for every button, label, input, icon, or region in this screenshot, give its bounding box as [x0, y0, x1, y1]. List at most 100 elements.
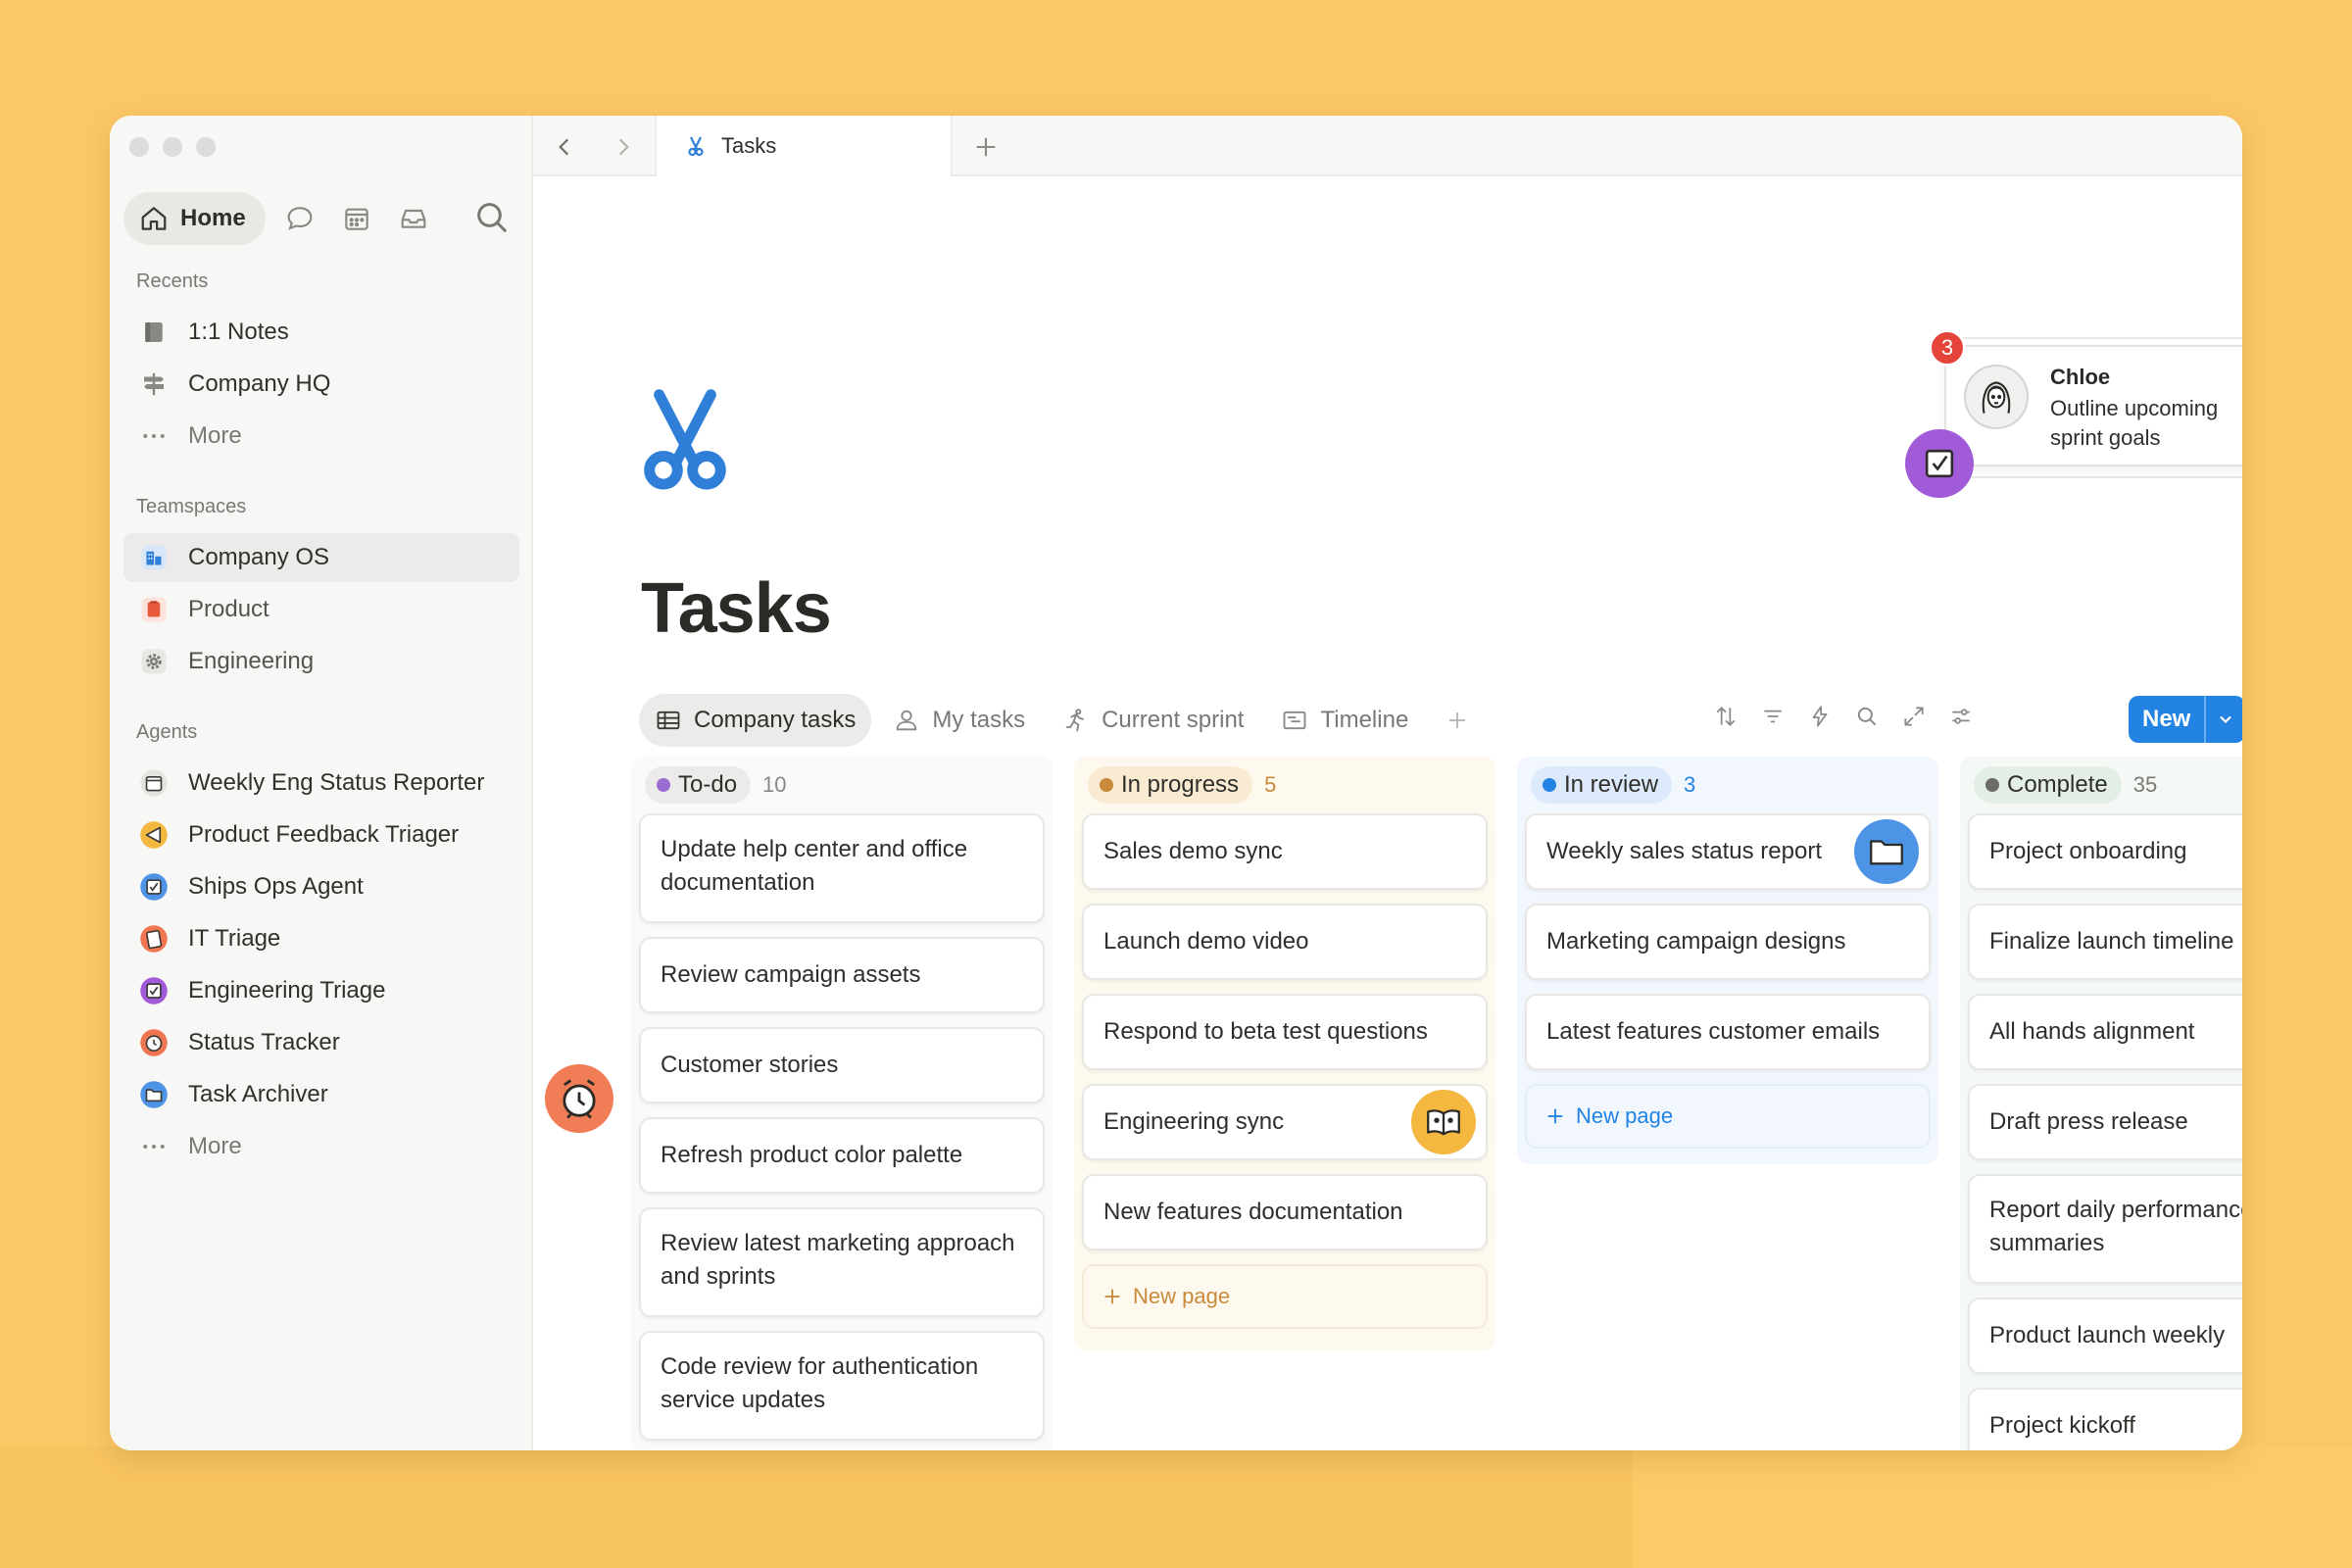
board-column-in-review: In review 3 Weekly sales status report M… — [1517, 757, 1938, 1164]
sidebar-item-label: Product — [188, 596, 270, 622]
sidebar-item-product-feedback-triager[interactable]: Product Feedback Triager — [123, 810, 519, 859]
task-card[interactable]: Refresh product color palette — [639, 1117, 1045, 1194]
sort-button[interactable] — [1709, 700, 1742, 733]
alarm-clock-agent-avatar[interactable] — [545, 1064, 613, 1133]
task-card[interactable]: Respond to beta test questions — [1082, 994, 1488, 1070]
task-card[interactable]: All hands alignment — [1968, 994, 2242, 1070]
status-badge[interactable]: To-do — [645, 766, 752, 804]
runner-icon — [1065, 709, 1085, 732]
tab-timeline[interactable]: Timeline — [1265, 694, 1424, 747]
card-title: Marketing campaign designs — [1546, 928, 1846, 955]
task-card[interactable]: Launch demo video — [1082, 904, 1488, 980]
filter-button[interactable] — [1756, 700, 1789, 733]
status-badge[interactable]: In review — [1531, 766, 1673, 804]
task-card[interactable]: Weekly sales status report — [1525, 813, 1931, 890]
search-button[interactable] — [472, 198, 512, 237]
sidebar-item-weekly-eng-status-reporter[interactable]: Weekly Eng Status Reporter — [123, 759, 519, 808]
task-card[interactable]: Draft press release — [1968, 1084, 2242, 1160]
new-dropdown-button[interactable] — [2204, 696, 2242, 743]
task-card[interactable]: Code review for authentication service u… — [639, 1331, 1045, 1441]
status-dot — [1543, 778, 1556, 792]
new-page-button[interactable]: New page — [1082, 1264, 1488, 1329]
board-column-complete: Complete 35 Project onboarding Finalize … — [1960, 757, 2242, 1450]
notification-card[interactable]: Chloe Outline upcoming sprint goals 3 — [1905, 329, 2242, 498]
search-view-button[interactable] — [1850, 700, 1884, 733]
task-card[interactable]: Sales demo sync — [1082, 813, 1488, 890]
forward-button[interactable] — [604, 127, 643, 167]
tab-tasks[interactable]: Tasks — [655, 116, 953, 176]
task-card[interactable]: Product launch weekly — [1968, 1298, 2242, 1374]
sidebar-item-task-archiver[interactable]: Task Archiver — [123, 1070, 519, 1119]
task-card[interactable]: Report daily performance summaries — [1968, 1174, 2242, 1284]
status-badge[interactable]: In progress — [1088, 766, 1253, 804]
view-tabs: Company tasks My tasks Current sprint Ti… — [639, 694, 1477, 747]
sidebar-item-status-tracker[interactable]: Status Tracker — [123, 1018, 519, 1067]
sidebar-item-company-os[interactable]: Company OS — [123, 533, 519, 582]
notification-count-badge: 3 — [1929, 329, 1966, 367]
card-title: Latest features customer emails — [1546, 1018, 1881, 1045]
sidebar-item-label: More — [188, 1133, 242, 1159]
notes-icon — [139, 318, 169, 347]
new-button[interactable]: New — [2129, 696, 2204, 743]
column-count: 3 — [1684, 772, 1696, 797]
megaphone-agent-icon — [139, 820, 169, 850]
inbox-button[interactable] — [391, 196, 436, 241]
home-label: Home — [180, 205, 246, 231]
sort-icon — [1716, 707, 1736, 726]
task-card[interactable]: Update help center and office documentat… — [639, 813, 1045, 923]
timeline-icon — [1284, 710, 1306, 730]
sidebar-item-company-hq[interactable]: Company HQ — [123, 360, 519, 409]
background-lower-right — [1633, 1446, 2352, 1568]
new-tab-button[interactable] — [966, 127, 1005, 167]
scissors-icon — [644, 389, 726, 490]
expand-button[interactable] — [1897, 700, 1931, 733]
sidebar-item-notes[interactable]: 1:1 Notes — [123, 308, 519, 357]
sidebar-item-it-triage[interactable]: IT Triage — [123, 914, 519, 963]
task-card[interactable]: Latest features customer emails — [1525, 994, 1931, 1070]
book-agent-icon — [1411, 1090, 1476, 1154]
task-card[interactable]: Project kickoff — [1968, 1388, 2242, 1450]
card-title: Weekly sales status report — [1546, 838, 1823, 864]
calendar-button[interactable] — [334, 196, 379, 241]
settings-button[interactable] — [1944, 700, 1978, 733]
task-card[interactable]: Customer stories — [639, 1027, 1045, 1103]
task-card[interactable]: Project onboarding — [1968, 813, 2242, 890]
minimize-window-button[interactable] — [163, 137, 182, 157]
sidebar-item-agents-more[interactable]: More — [123, 1122, 519, 1171]
view-label: Timeline — [1320, 707, 1409, 733]
tab-company-tasks[interactable]: Company tasks — [639, 694, 872, 747]
plus-icon — [1449, 712, 1466, 728]
avatar — [1964, 365, 2029, 429]
back-button[interactable] — [545, 127, 584, 167]
task-card[interactable]: Review campaign assets — [639, 937, 1045, 1013]
sidebar-item-label: Weekly Eng Status Reporter — [188, 769, 485, 796]
task-card[interactable]: Review latest marketing approach and spr… — [639, 1207, 1045, 1317]
home-button[interactable]: Home — [123, 192, 266, 245]
close-window-button[interactable] — [129, 137, 149, 157]
task-card[interactable]: Finalize launch timeline — [1968, 904, 2242, 980]
sidebar-item-ships-ops-agent[interactable]: Ships Ops Agent — [123, 862, 519, 911]
tab-current-sprint[interactable]: Current sprint — [1047, 694, 1259, 747]
automation-button[interactable] — [1803, 700, 1837, 733]
maximize-window-button[interactable] — [196, 137, 216, 157]
task-card[interactable]: Engineering sync — [1082, 1084, 1488, 1160]
status-badge[interactable]: Complete — [1974, 766, 2122, 804]
window-controls — [129, 137, 216, 157]
add-view-button[interactable] — [1438, 701, 1477, 740]
sidebar-item-engineering[interactable]: Engineering — [123, 637, 519, 686]
card-title: Engineering sync — [1103, 1108, 1285, 1135]
new-page-button[interactable]: New page — [1525, 1084, 1931, 1149]
person-icon — [897, 710, 917, 731]
status-label: In progress — [1121, 771, 1240, 798]
task-card[interactable]: Marketing campaign designs — [1525, 904, 1931, 980]
tab-my-tasks[interactable]: My tasks — [877, 694, 1041, 747]
sidebar-item-label: Company OS — [188, 544, 330, 570]
sidebar-item-recents-more[interactable]: More — [123, 412, 519, 461]
status-label: Complete — [2007, 771, 2108, 798]
card-title: Respond to beta test questions — [1103, 1018, 1428, 1045]
sidebar-item-product[interactable]: Product — [123, 585, 519, 634]
sidebar-item-engineering-triage[interactable]: Engineering Triage — [123, 966, 519, 1015]
chat-button[interactable] — [277, 196, 322, 241]
column-count: 10 — [762, 772, 787, 797]
task-card[interactable]: New features documentation — [1082, 1174, 1488, 1250]
